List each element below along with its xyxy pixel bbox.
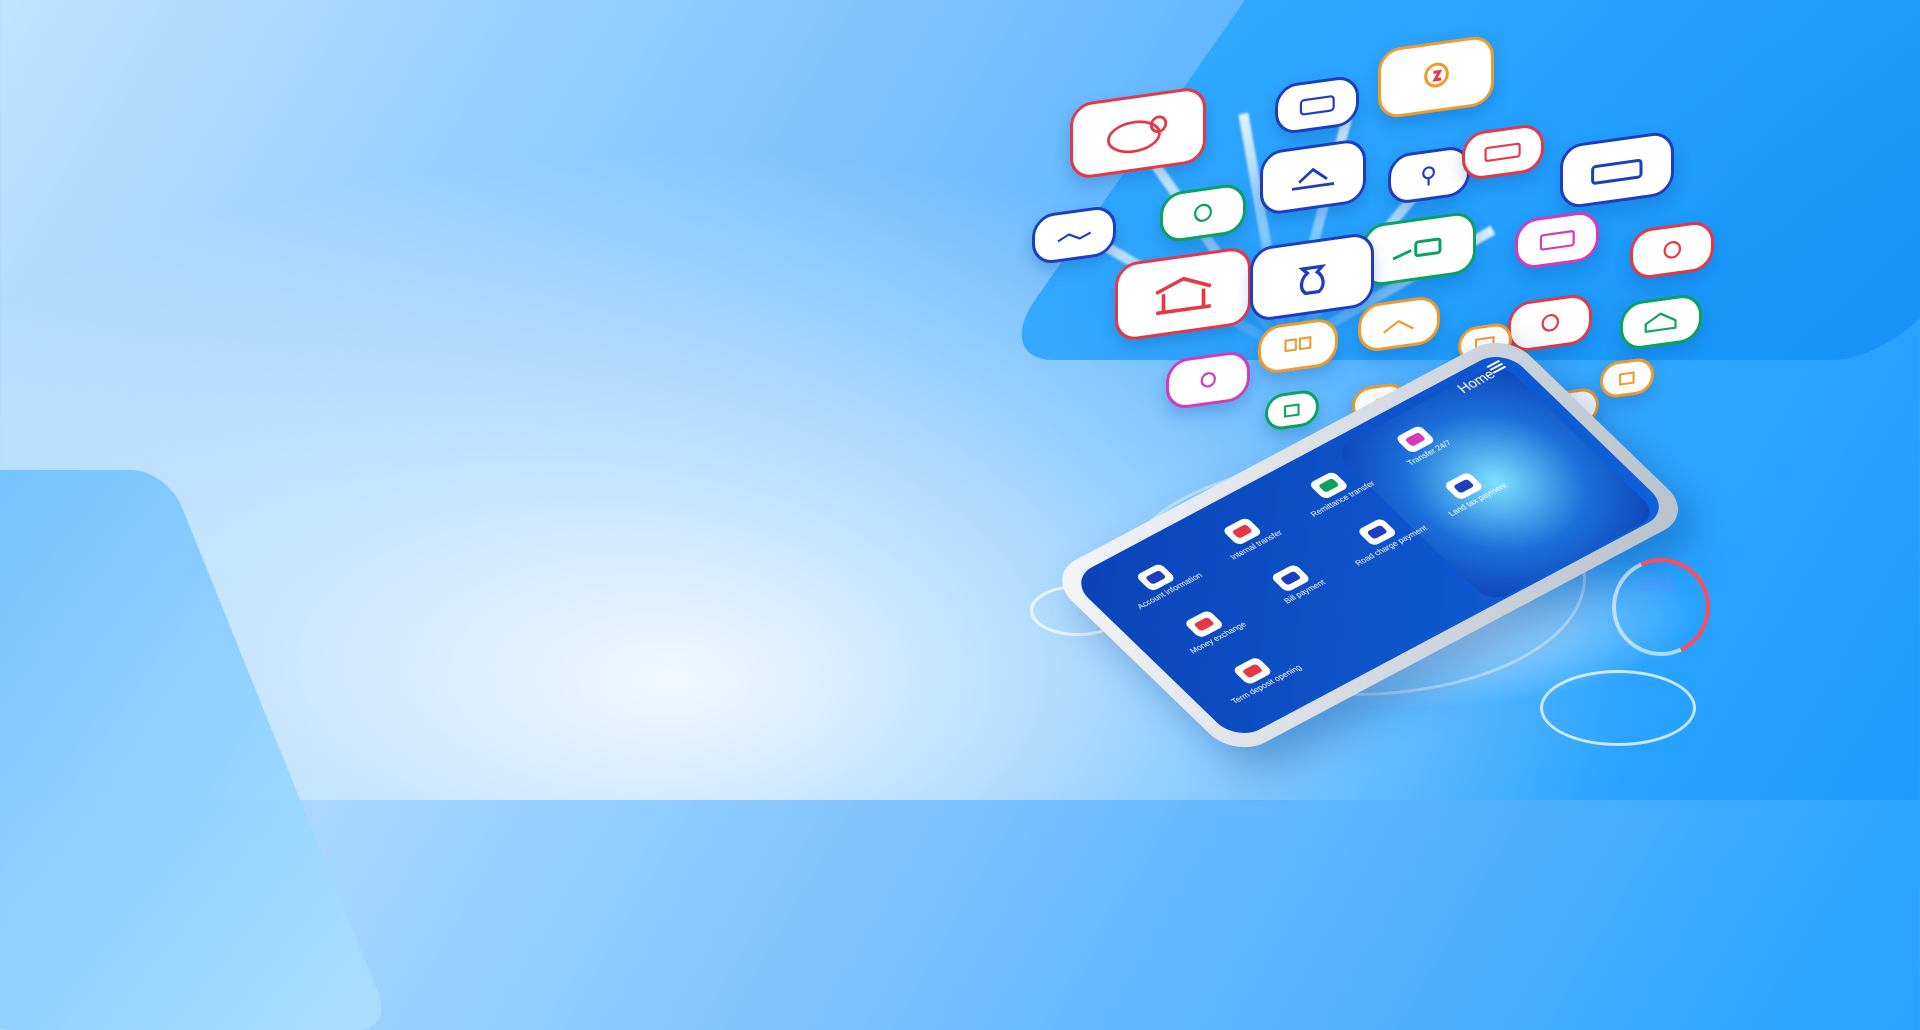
percent-label: 50% bbox=[1638, 575, 1675, 595]
glow-ring-right bbox=[1540, 670, 1696, 746]
